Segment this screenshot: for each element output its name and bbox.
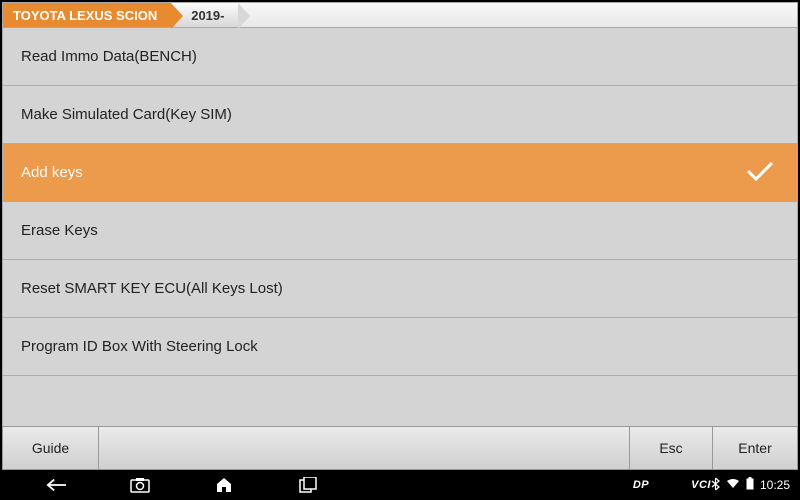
home-icon[interactable] <box>214 475 234 495</box>
guide-button[interactable]: Guide <box>3 427 99 469</box>
menu-item-label: Reset SMART KEY ECU(All Keys Lost) <box>21 280 283 297</box>
camera-icon[interactable] <box>130 475 150 495</box>
recent-apps-icon[interactable] <box>298 475 318 495</box>
checkmark-icon <box>745 160 775 186</box>
menu-item-make-simulated[interactable]: Make Simulated Card(Key SIM) <box>3 86 797 144</box>
breadcrumb-label: 2019- <box>191 8 224 23</box>
wifi-icon <box>726 478 740 492</box>
button-label: Guide <box>32 440 69 456</box>
bluetooth-icon <box>711 477 720 494</box>
menu-item-reset-smart-key[interactable]: Reset SMART KEY ECU(All Keys Lost) <box>3 260 797 318</box>
clock-time: 10:25 <box>760 478 790 492</box>
menu-item-label: Add keys <box>21 164 83 181</box>
menu-item-erase-keys[interactable]: Erase Keys <box>3 202 797 260</box>
menu-list: Read Immo Data(BENCH) Make Simulated Car… <box>2 28 798 426</box>
vci-label[interactable]: VCI <box>691 479 711 491</box>
menu-item-label: Program ID Box With Steering Lock <box>21 338 258 355</box>
menu-item-label: Make Simulated Card(Key SIM) <box>21 106 232 123</box>
breadcrumb: TOYOTA LEXUS SCION 2019- <box>2 2 798 28</box>
esc-button[interactable]: Esc <box>629 427 713 469</box>
menu-item-program-id-box[interactable]: Program ID Box With Steering Lock <box>3 318 797 376</box>
button-bar: Guide Esc Enter <box>2 426 798 470</box>
menu-item-read-immo[interactable]: Read Immo Data(BENCH) <box>3 28 797 86</box>
menu-item-label: Read Immo Data(BENCH) <box>21 48 197 65</box>
breadcrumb-segment-vehicle[interactable]: TOYOTA LEXUS SCION <box>3 3 171 27</box>
enter-button[interactable]: Enter <box>713 427 797 469</box>
back-icon[interactable] <box>46 475 66 495</box>
menu-item-label: Erase Keys <box>21 222 98 239</box>
button-bar-spacer <box>99 427 629 469</box>
dp-label[interactable]: DP <box>633 479 649 491</box>
button-label: Enter <box>738 440 771 456</box>
battery-icon <box>746 477 754 493</box>
breadcrumb-label: TOYOTA LEXUS SCION <box>13 8 157 23</box>
button-label: Esc <box>659 440 682 456</box>
system-navbar: DP VCI 10:25 <box>0 470 800 500</box>
menu-item-add-keys[interactable]: Add keys <box>3 144 797 202</box>
